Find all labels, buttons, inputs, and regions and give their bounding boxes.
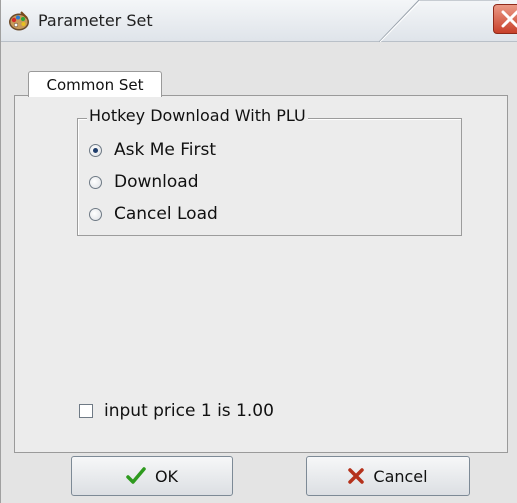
radio-label: Download (114, 172, 199, 192)
cancel-label: Cancel (373, 466, 428, 486)
radio-label: Cancel Load (114, 204, 218, 224)
parameter-set-dialog: Parameter Set Common Set Hotkey Download… (0, 0, 517, 503)
radio-ask-me-first[interactable]: Ask Me First (89, 139, 216, 161)
cancel-button[interactable]: Cancel (306, 456, 470, 496)
title-bar[interactable]: Parameter Set (1, 0, 517, 42)
window-title: Parameter Set (38, 11, 153, 30)
close-icon (501, 10, 517, 28)
ok-label: OK (154, 466, 179, 486)
radio-button[interactable] (89, 175, 102, 189)
input-price-option[interactable]: input price 1 is 1.00 (79, 400, 274, 422)
checkmark-icon (126, 467, 146, 484)
close-button[interactable] (493, 4, 517, 34)
x-icon (348, 468, 365, 484)
ok-button[interactable]: OK (71, 456, 233, 496)
radio-button[interactable] (89, 207, 102, 221)
radio-label: Ask Me First (114, 140, 217, 160)
radio-cancel-load[interactable]: Cancel Load (89, 203, 218, 225)
radio-download[interactable]: Download (89, 171, 199, 193)
palette-icon (9, 11, 29, 31)
input-price-label: input price 1 is 1.00 (104, 401, 274, 421)
tab-common-set[interactable]: Common Set (28, 71, 162, 97)
hotkey-group-legend: Hotkey Download With PLU (87, 106, 308, 126)
titlebar-notch-decoration (379, 0, 499, 42)
radio-button-checked[interactable] (89, 143, 102, 157)
input-price-checkbox[interactable] (79, 404, 93, 418)
